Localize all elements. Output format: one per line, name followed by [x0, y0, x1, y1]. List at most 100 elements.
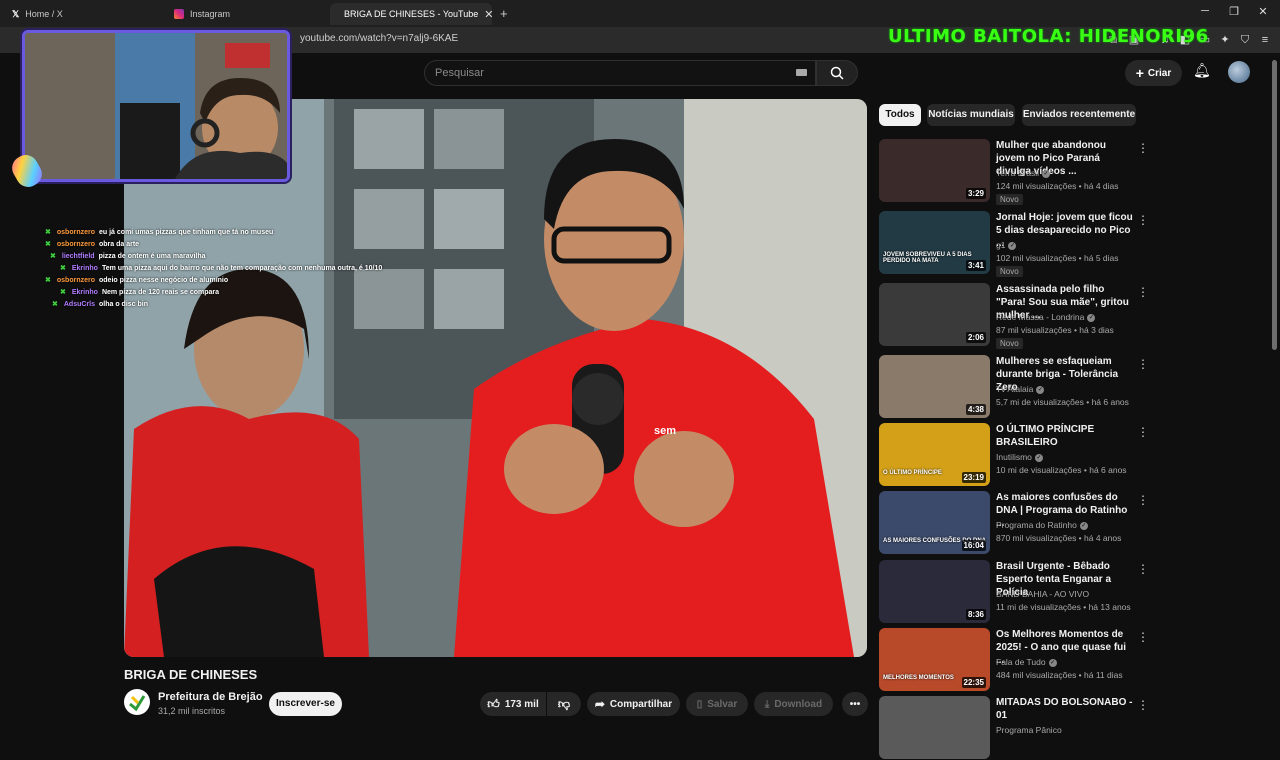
subscribe-button[interactable]: Inscrever-se [269, 692, 342, 716]
sparkle-icon[interactable]: ✦ [1218, 33, 1232, 47]
more-options-icon[interactable]: ⋮ [1137, 357, 1149, 371]
shield-icon[interactable]: ⛉ [1238, 33, 1252, 47]
chat-text: obra da arte [99, 241, 140, 248]
video-thumbnail[interactable]: 3:29 [879, 139, 990, 202]
more-options-icon[interactable]: ⋮ [1137, 630, 1149, 644]
channel-avatar[interactable] [124, 689, 150, 715]
thumbs-down-icon: 👎︎ [557, 696, 571, 711]
menu-icon[interactable]: ≡ [1258, 33, 1272, 47]
more-options-icon[interactable]: ⋮ [1137, 425, 1149, 439]
recommendation-channel[interactable]: Fala de Tudo ✓ [996, 657, 1057, 667]
more-options-icon[interactable]: ⋮ [1137, 698, 1149, 712]
video-thumbnail[interactable]: 4:38 [879, 355, 990, 418]
recommendation-item[interactable]: 8:36 Brasil Urgente - Bêbado Esperto tent… [879, 560, 1149, 624]
create-label: Criar [1147, 67, 1172, 79]
restore-icon[interactable]: ❐ [1225, 5, 1243, 18]
search-button[interactable] [816, 60, 858, 86]
recommendation-item[interactable]: MITADAS DO BOLSONABO - 01 Programa Pânico… [879, 696, 1149, 760]
save-button[interactable]: ▯ Salvar [686, 692, 748, 716]
subscriber-count: 31,2 mil inscritos [158, 706, 226, 716]
video-thumbnail[interactable] [879, 696, 990, 759]
recommendation-item[interactable]: 4:38 Mulheres se esfaqueiam durante briga… [879, 355, 1149, 419]
video-thumbnail[interactable]: AS MAIORES CONFUSÕES DO DNA 16:04 [879, 491, 990, 554]
like-button[interactable]: 👍︎ 173 mil [480, 692, 546, 716]
recommendation-item[interactable]: O ÚLTIMO PRÍNCIPE 23:19 O ÚLTIMO PRÍNCIPE … [879, 423, 1149, 487]
channel-name[interactable]: Prefeitura de Brejão [158, 691, 263, 703]
chat-badge-icon: ✖ [50, 253, 56, 260]
chip-all[interactable]: Todos [879, 104, 921, 126]
chat-text: pizza de ontem é uma maravilha [98, 253, 206, 260]
channel-label: Programa Pânico [996, 725, 1062, 735]
keyboard-icon[interactable] [796, 69, 807, 76]
recommendation-item[interactable]: 3:29 Mulher que abandonou jovem no Pico P… [879, 139, 1149, 205]
share-icon: ➦ [594, 697, 605, 711]
chip-world-news[interactable]: Notícias mundiais [927, 104, 1015, 126]
recommendation-meta: 870 mil visualizações • há 4 anos [996, 533, 1122, 543]
recommendation-channel[interactable]: Rede Massa - Londrina ✓ [996, 312, 1096, 322]
share-label: Compartilhar [609, 698, 673, 710]
close-window-icon[interactable]: ✕ [1254, 5, 1272, 18]
recommendation-title[interactable]: MITADAS DO BOLSONABO - 01 [996, 696, 1136, 722]
dislike-button[interactable]: 👎︎ [547, 692, 581, 716]
search-placeholder: Pesquisar [435, 67, 484, 79]
recommendation-channel[interactable]: Programa Pânico [996, 725, 1062, 735]
chat-username: Ekrinho [71, 289, 98, 296]
video-duration: 16:04 [961, 540, 986, 551]
channel-label: Rede Massa - Londrina [996, 312, 1085, 322]
new-tab-icon[interactable]: + [500, 6, 508, 21]
download-label: Download [774, 698, 823, 710]
create-button[interactable]: + Criar [1125, 60, 1182, 86]
channel-label: Terra Brasil [996, 168, 1039, 178]
more-options-icon[interactable]: ⋮ [1137, 493, 1149, 507]
video-thumbnail[interactable]: 8:36 [879, 560, 990, 623]
verified-icon: ✓ [1087, 313, 1096, 322]
download-button[interactable]: ⤓ Download [754, 692, 833, 716]
recommendation-channel[interactable]: Tv Atalaia ✓ [996, 384, 1045, 394]
x-logo-icon: 𝕏 [12, 8, 20, 19]
recommendation-title[interactable]: Jornal Hoje: jovem que ficou 5 dias desa… [996, 211, 1136, 250]
close-tab-icon[interactable]: ✕ [484, 8, 493, 21]
video-thumbnail[interactable]: O ÚLTIMO PRÍNCIPE 23:19 [879, 423, 990, 486]
recommendation-title[interactable]: O ÚLTIMO PRÍNCIPE BRASILEIRO [996, 423, 1136, 449]
more-options-icon[interactable]: ⋮ [1137, 213, 1149, 227]
recommendation-channel[interactable]: Inutilismo ✓ [996, 452, 1043, 462]
more-options-icon[interactable]: ⋮ [1137, 141, 1149, 155]
recommendation-item[interactable]: 2:06 Assassinada pelo filho "Para! Sou su… [879, 283, 1149, 349]
recommendation-item[interactable]: MELHORES MOMENTOS 22:35 Os Melhores Moment… [879, 628, 1149, 692]
channel-label: Inutilismo [996, 452, 1032, 462]
video-player[interactable]: sem [124, 99, 867, 657]
chat-message: ✖ Ekrinho Nem pizza de 120 reais se compar… [60, 288, 219, 296]
search-icon [830, 66, 844, 80]
notifications-bell-icon[interactable]: 🔔︎ [1193, 62, 1211, 79]
recommendation-channel[interactable]: Programa do Ratinho ✓ [996, 520, 1088, 530]
chat-badge-icon: ✖ [60, 289, 66, 296]
more-options-icon[interactable]: ⋮ [1137, 562, 1149, 576]
recommendation-item[interactable]: JOVEM SOBREVIVEU A 5 DIAS PERDIDO NA MAT… [879, 211, 1149, 277]
video-thumbnail[interactable]: 2:06 [879, 283, 990, 346]
scrollbar[interactable] [1272, 60, 1277, 350]
chat-badge-icon: ✖ [45, 241, 51, 248]
recommendation-channel[interactable]: BAND BAHIA - AO VIVO [996, 589, 1089, 599]
user-avatar[interactable] [1228, 61, 1250, 83]
chat-message: ✖ liechtfield pizza de ontem é uma maravil… [50, 252, 206, 260]
share-button[interactable]: ➦ Compartilhar [587, 692, 680, 716]
more-actions-button[interactable]: ••• [842, 692, 868, 716]
chip-recently-uploaded[interactable]: Enviados recentemente [1022, 104, 1136, 126]
tab-x[interactable]: 𝕏 Home / X [4, 3, 154, 25]
more-icon: ••• [849, 698, 861, 710]
video-thumbnail[interactable]: JOVEM SOBREVIVEU A 5 DIAS PERDIDO NA MAT… [879, 211, 990, 274]
minimize-icon[interactable]: ─ [1196, 5, 1214, 17]
recommendation-item[interactable]: AS MAIORES CONFUSÕES DO DNA 16:04 As maior… [879, 491, 1149, 555]
chat-username: AdsuCrls [63, 301, 95, 308]
video-thumbnail[interactable]: MELHORES MOMENTOS 22:35 [879, 628, 990, 691]
url-field[interactable]: youtube.com/watch?v=n7alj9-6KAE [300, 33, 458, 44]
more-options-icon[interactable]: ⋮ [1137, 285, 1149, 299]
tab-instagram[interactable]: Instagram [166, 3, 316, 25]
tab-youtube[interactable]: BRIGA DE CHINESES - YouTube ✕ [330, 3, 493, 25]
verified-icon: ✓ [1008, 241, 1017, 250]
thumbs-up-icon: 👍︎ [487, 696, 500, 711]
search-input[interactable]: Pesquisar [424, 60, 816, 86]
video-title: BRIGA DE CHINESES [124, 667, 258, 682]
recommendation-channel[interactable]: g1 ✓ [996, 240, 1017, 250]
recommendation-channel[interactable]: Terra Brasil ✓ [996, 168, 1050, 178]
